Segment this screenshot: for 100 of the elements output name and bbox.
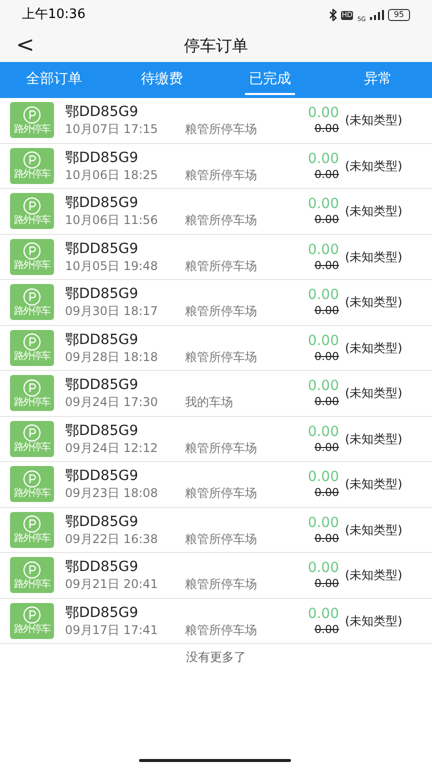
parking-lot: 粮管所停车场 (185, 576, 257, 592)
paid-amount: 0.00 (308, 240, 339, 259)
parking-lot: 粮管所停车场 (185, 258, 257, 274)
order-time: 09月28日 18:18 (65, 348, 159, 365)
parking-icon (23, 378, 41, 397)
order-type: (未知类型) (345, 567, 402, 584)
plate-number: 鄂DD85G9 (65, 376, 140, 394)
plate-number: 鄂DD85G9 (65, 330, 140, 349)
paid-amount: 0.00 (308, 286, 339, 304)
order-time: 10月06日 11:56 (65, 212, 159, 228)
parking-lot: 粮管所停车场 (185, 121, 257, 138)
status-time: 上午10:36 (22, 6, 86, 24)
parking-icon (23, 288, 41, 306)
badge-label: 路外停车 (14, 214, 50, 226)
original-amount: 0.00 (314, 213, 339, 228)
parking-lot: 粮管所停车场 (185, 485, 257, 502)
order-type: (未知类型) (345, 112, 402, 130)
badge-label: 路外停车 (14, 533, 50, 544)
order-time: 09月30日 18:17 (65, 303, 159, 320)
parking-lot: 粮管所停车场 (185, 166, 257, 183)
paid-amount: 0.00 (308, 468, 339, 486)
order-type: (未知类型) (345, 294, 402, 312)
parking-icon (23, 606, 41, 624)
parking-icon (23, 106, 41, 124)
original-amount: 0.00 (314, 304, 339, 318)
parking-icon (23, 424, 41, 442)
parking-icon (23, 333, 41, 352)
parking-lot: 粮管所停车场 (185, 348, 257, 365)
paid-amount: 0.00 (308, 195, 339, 214)
badge-label: 路外停车 (14, 578, 50, 590)
plate-number: 鄂DD85G9 (65, 558, 140, 576)
signal-icon (370, 10, 384, 20)
badge-label: 路外停车 (14, 351, 50, 362)
original-amount: 0.00 (314, 622, 339, 637)
paid-amount: 0.00 (308, 377, 339, 396)
paid-amount: 0.00 (308, 150, 339, 168)
paid-amount: 0.00 (308, 332, 339, 350)
parking-icon (23, 151, 41, 170)
battery-indicator: 95 (388, 9, 410, 21)
order-type: (未知类型) (345, 522, 402, 539)
badge-label: 路外停车 (14, 169, 50, 180)
parking-lot: 粮管所停车场 (185, 440, 257, 456)
plate-number: 鄂DD85G9 (65, 604, 140, 622)
order-type: (未知类型) (345, 385, 402, 402)
order-type: (未知类型) (345, 158, 402, 175)
parking-icon (23, 470, 41, 488)
badge-label: 路外停车 (14, 624, 50, 636)
original-amount: 0.00 (314, 532, 339, 546)
order-time: 09月21日 20:41 (65, 576, 159, 592)
order-time: 09月22日 16:38 (65, 530, 159, 547)
badge-label: 路外停车 (14, 488, 50, 499)
paid-amount: 0.00 (308, 514, 339, 532)
paid-amount: 0.00 (308, 422, 339, 441)
plate-number: 鄂DD85G9 (65, 240, 140, 258)
original-amount: 0.00 (314, 258, 339, 273)
parking-icon (23, 242, 41, 260)
parking-lot: 粮管所停车场 (185, 622, 257, 638)
order-time: 09月17日 17:41 (65, 622, 159, 638)
original-amount: 0.00 (314, 350, 339, 364)
parking-lot: 粮管所停车场 (185, 530, 257, 547)
end-of-list-text: 没有更多了 (186, 649, 246, 666)
parking-lot: 我的车场 (185, 394, 233, 410)
paid-amount: 0.00 (308, 559, 339, 578)
plate-number: 鄂DD85G9 (65, 467, 140, 486)
plate-number: 鄂DD85G9 (65, 512, 140, 531)
badge-label: 路外停车 (14, 396, 50, 408)
order-time: 09月24日 17:30 (65, 394, 159, 410)
original-amount: 0.00 (314, 440, 339, 455)
plate-number: 鄂DD85G9 (65, 103, 140, 122)
parking-icon (23, 560, 41, 579)
badge-label: 路外停车 (14, 260, 50, 272)
order-time: 09月23日 18:08 (65, 485, 159, 502)
original-amount: 0.00 (314, 395, 339, 410)
plate-number: 鄂DD85G9 (65, 148, 140, 167)
original-amount: 0.00 (314, 577, 339, 592)
page-title: 停车订单 (184, 35, 248, 57)
order-time: 10月05日 19:48 (65, 258, 159, 274)
badge-label: 路外停车 (14, 306, 50, 317)
order-type: (未知类型) (345, 476, 402, 494)
parking-icon (23, 196, 41, 215)
original-amount: 0.00 (314, 486, 339, 500)
bluetooth-icon (328, 9, 337, 21)
order-type: (未知类型) (345, 248, 402, 266)
parking-lot: 粮管所停车场 (185, 303, 257, 320)
badge-label: 路外停车 (14, 124, 50, 135)
parking-icon (23, 515, 41, 534)
order-time: 09月24日 12:12 (65, 440, 159, 456)
plate-number: 鄂DD85G9 (65, 422, 140, 440)
paid-amount: 0.00 (308, 104, 339, 122)
order-type: (未知类型) (345, 203, 402, 220)
order-time: 10月07日 17:15 (65, 121, 159, 138)
plate-number: 鄂DD85G9 (65, 194, 140, 212)
badge-label: 路外停车 (14, 442, 50, 454)
back-button[interactable]: < (16, 35, 34, 57)
plate-number: 鄂DD85G9 (65, 285, 140, 304)
order-type: (未知类型) (345, 430, 402, 448)
paid-amount: 0.00 (308, 604, 339, 623)
order-time: 10月06日 18:25 (65, 166, 159, 183)
original-amount: 0.00 (314, 122, 339, 136)
order-type: (未知类型) (345, 612, 402, 630)
